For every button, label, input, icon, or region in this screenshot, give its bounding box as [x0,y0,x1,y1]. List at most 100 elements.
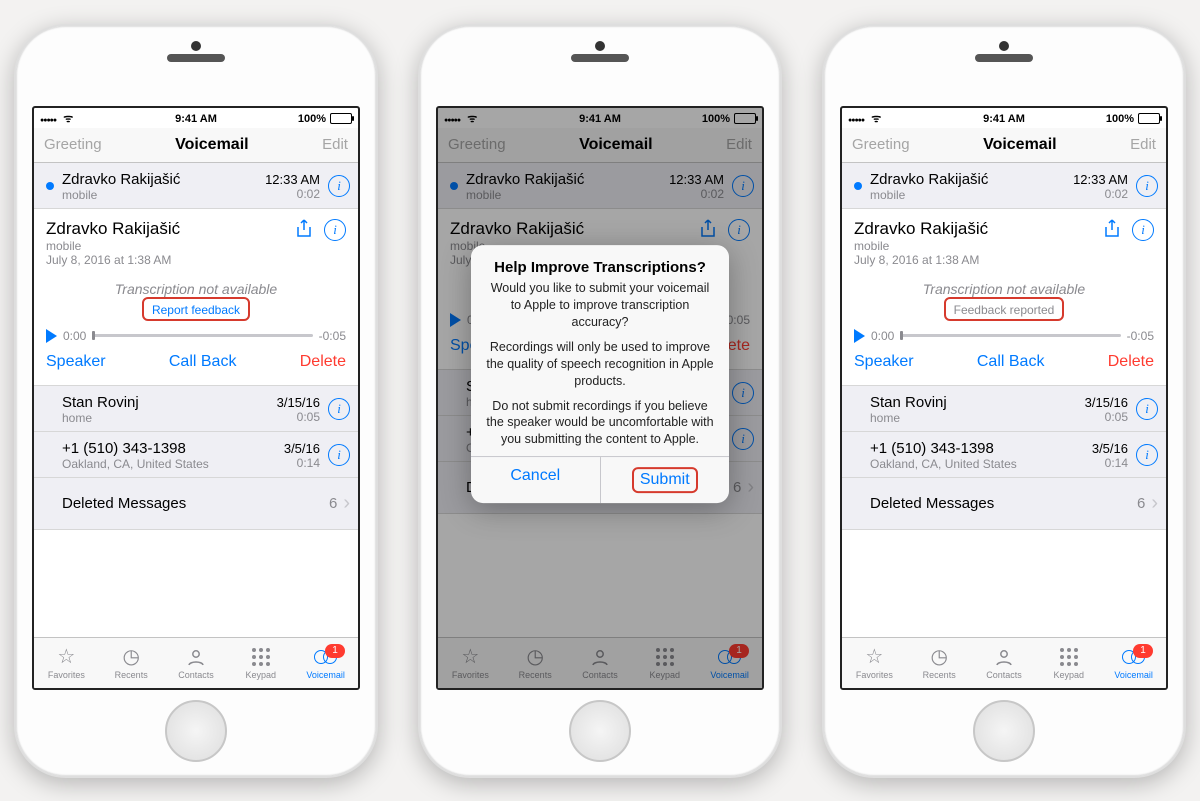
callback-button[interactable]: Call Back [169,353,237,371]
tab-favorites[interactable]: ☆Favorites [34,638,99,688]
clock-icon: ◷ [122,646,139,668]
tab-contacts[interactable]: Contacts [164,638,229,688]
signal-dots-icon: ᯤ [40,111,73,126]
person-icon [186,646,206,668]
callback-button[interactable]: Call Back [977,353,1045,371]
home-button[interactable] [973,700,1035,762]
time-remaining: -0:05 [319,329,346,343]
info-icon[interactable]: i [1136,175,1158,197]
edit-button[interactable]: Edit [322,136,348,153]
deleted-messages-row[interactable]: Deleted Messages 6 [34,478,358,530]
page-title: Voicemail [983,136,1057,154]
earpiece [975,54,1033,62]
voicemail-expanded: Zdravko RakijašićmobileJuly 8, 2016 at 1… [842,209,1166,386]
scrubber[interactable] [900,334,1120,337]
voicemail-icon: 1 [314,646,337,668]
greeting-button[interactable]: Greeting [44,136,102,153]
feedback-reported-label: Feedback reported [954,303,1055,317]
screen: ᯤ 9:41 AM 100% Greeting Voicemail Edit Z… [840,106,1168,690]
keypad-icon [252,646,270,668]
speaker-button[interactable]: Speaker [46,353,106,371]
highlight-box: Submit [632,467,698,493]
page-title: Voicemail [175,136,249,154]
tab-voicemail[interactable]: 1Voicemail [293,638,358,688]
voicemail-list: Zdravko Rakijašićmobile 12:33 AM0:02 i Z… [842,163,1166,637]
time-elapsed: 0:00 [63,329,86,343]
alert-message: Would you like to submit your voicemail … [471,280,729,339]
report-feedback-link[interactable]: Report feedback [152,303,240,317]
alert-message: Recordings will only be used to improve … [471,339,729,398]
vm-time: 12:33 AM [265,172,320,187]
share-icon[interactable] [1102,219,1122,239]
proximity-sensor [999,41,1009,51]
info-icon[interactable]: i [328,444,350,466]
vm-time: 3/5/16 [284,441,320,456]
voicemail-icon: 1 [1122,646,1145,668]
submit-button[interactable]: Submit [600,457,730,503]
greeting-button[interactable]: Greeting [852,136,910,153]
voicemail-row[interactable]: Stan Rovinj home 3/15/16 0:05 i [34,386,358,432]
transcription-status: Transcription not available [46,281,346,297]
phone-mockup-3: ᯤ 9:41 AM 100% Greeting Voicemail Edit Z… [822,24,1186,778]
tab-keypad[interactable]: Keypad [1036,638,1101,688]
play-icon[interactable] [46,329,57,343]
deleted-messages-row[interactable]: Deleted Messages6 [842,478,1166,530]
alert-message: Do not submit recordings if you believe … [471,398,729,457]
proximity-sensor [595,41,605,51]
caller-sub: home [62,411,277,425]
signal-dots-icon: ᯤ [848,111,881,126]
play-icon[interactable] [854,329,865,343]
alert-dialog: Help Improve Transcriptions? Would you l… [471,245,729,503]
info-icon[interactable]: i [328,398,350,420]
status-bar: ᯤ 9:41 AM 100% [842,108,1166,128]
voicemail-row-unplayed[interactable]: Zdravko Rakijašićmobile 12:33 AM0:02 i [842,163,1166,209]
tab-recents[interactable]: ◷Recents [907,638,972,688]
vm-time: 3/15/16 [277,395,320,410]
home-button[interactable] [165,700,227,762]
info-icon[interactable]: i [1132,219,1154,241]
tab-contacts[interactable]: Contacts [972,638,1037,688]
tab-voicemail[interactable]: 1Voicemail [1101,638,1166,688]
unplayed-dot-icon [854,182,862,190]
alert-title: Help Improve Transcriptions? [471,245,729,280]
status-bar: ᯤ 9:41 AM 100% [34,108,358,128]
vm-duration: 0:14 [297,456,320,470]
highlight-box: Feedback reported [944,297,1065,321]
phone-mockup-2: ᯤ 9:41 AM 100% Greeting Voicemail Edit Z… [418,24,782,778]
transcription-status: Transcription not available [854,281,1154,297]
info-icon[interactable]: i [1136,398,1158,420]
tab-bar: ☆Favorites ◷Recents Contacts Keypad 1Voi… [842,637,1166,688]
delete-button[interactable]: Delete [1108,353,1154,371]
caller-name: +1 (510) 343-1398 [62,440,284,457]
battery-pct: 100% [298,113,326,125]
home-button[interactable] [569,700,631,762]
voicemail-row[interactable]: +1 (510) 343-1398Oakland, CA, United Sta… [842,432,1166,478]
clock-icon: ◷ [930,646,947,668]
audio-player: 0:00 -0:05 [46,329,346,343]
share-icon[interactable] [294,219,314,239]
earpiece [571,54,629,62]
edit-button[interactable]: Edit [1130,136,1156,153]
badge: 1 [325,644,345,658]
info-icon[interactable]: i [328,175,350,197]
tab-bar: ☆Favorites ◷Recents Contacts Keypad 1Voi… [34,637,358,688]
battery-icon [330,113,352,124]
voicemail-row[interactable]: Stan Rovinjhome3/15/160:05i [842,386,1166,432]
tab-keypad[interactable]: Keypad [228,638,293,688]
caller-name: Zdravko Rakijašić [46,219,180,239]
tab-favorites[interactable]: ☆Favorites [842,638,907,688]
info-icon[interactable]: i [1136,444,1158,466]
vm-date: July 8, 2016 at 1:38 AM [46,253,180,267]
tab-recents[interactable]: ◷Recents [99,638,164,688]
delete-button[interactable]: Delete [300,353,346,371]
caller-sub: Oakland, CA, United States [62,457,284,471]
scrubber[interactable] [92,334,312,337]
speaker-button[interactable]: Speaker [854,353,914,371]
voicemail-row-unplayed[interactable]: Zdravko Rakijašić mobile 12:33 AM 0:02 i [34,163,358,209]
phone-mockup-1: ᯤ 9:41 AM 100% Greeting Voicemail Edit Z… [14,24,378,778]
audio-player: 0:00-0:05 [854,329,1154,343]
info-icon[interactable]: i [324,219,346,241]
cancel-button[interactable]: Cancel [471,457,600,503]
voicemail-list: Zdravko Rakijašić mobile 12:33 AM 0:02 i… [34,163,358,637]
voicemail-row[interactable]: +1 (510) 343-1398 Oakland, CA, United St… [34,432,358,478]
